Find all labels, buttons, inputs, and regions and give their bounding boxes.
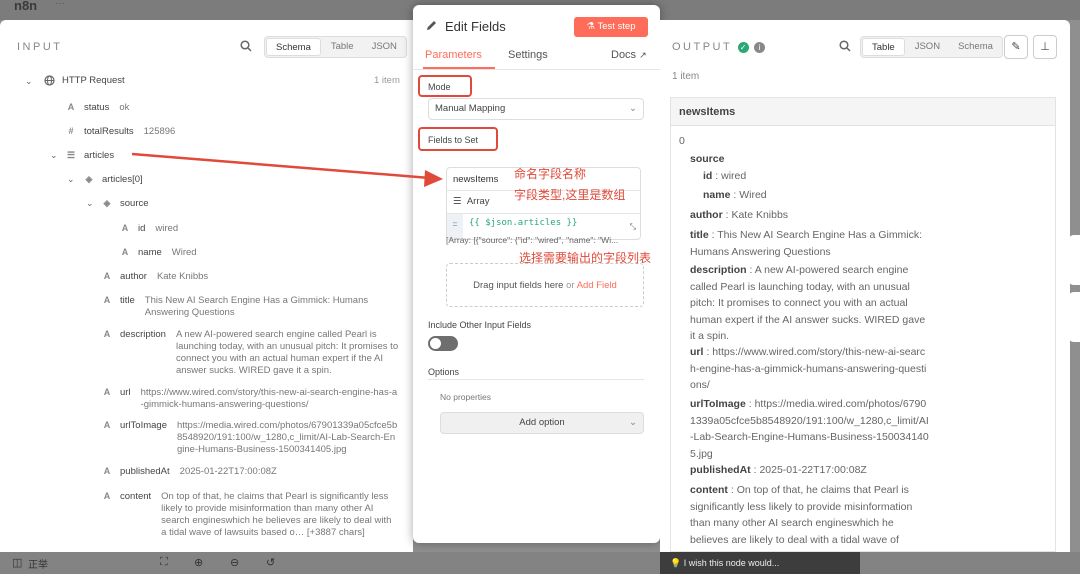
- zoom-in-icon[interactable]: ⊕: [194, 556, 203, 569]
- side-handle[interactable]: [1068, 292, 1080, 342]
- annotation-field-list: 选择需要输出的字段列表: [519, 251, 652, 265]
- bottom-left-label: 正举: [28, 560, 48, 571]
- lightbulb-icon: 💡: [670, 558, 682, 568]
- side-handle[interactable]: [0, 260, 7, 306]
- menu-icon[interactable]: ◫: [12, 556, 22, 569]
- annotation-field-name: 命名字段名称: [514, 167, 587, 181]
- annotation-field-type: 字段类型,这里是数组: [514, 188, 626, 202]
- annotation-arrow: [131, 152, 443, 187]
- bottom-toolbar: ◫ 正举 ⛶ ⊕ ⊖ ↺: [0, 552, 1080, 574]
- zoom-out-icon[interactable]: ⊖: [230, 556, 239, 569]
- undo-icon[interactable]: ↺: [266, 556, 275, 569]
- feedback-bar[interactable]: 💡 I wish this node would...: [660, 552, 860, 574]
- fit-view-icon[interactable]: ⛶: [160, 556, 168, 569]
- side-handle[interactable]: [1068, 235, 1080, 285]
